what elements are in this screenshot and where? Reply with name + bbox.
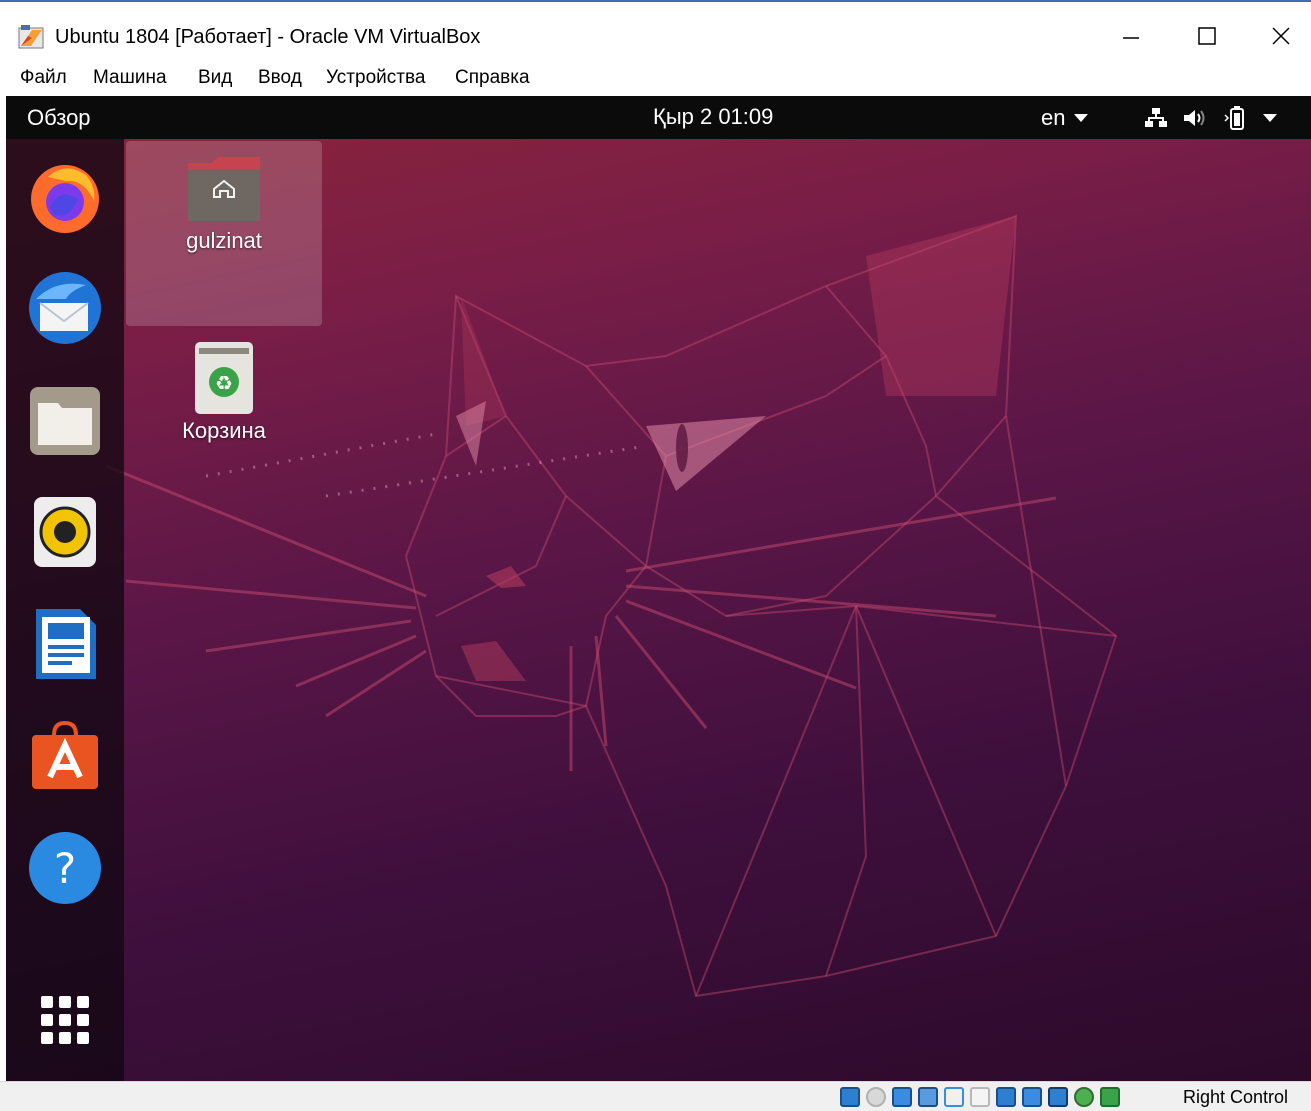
menu-machine[interactable]: Машина: [93, 66, 167, 90]
menu-file[interactable]: Файл: [20, 66, 67, 90]
trash-icon: ♻: [195, 342, 253, 414]
network-icon: [1145, 108, 1167, 127]
svg-text:?: ?: [54, 844, 76, 893]
window-titlebar[interactable]: Ubuntu 1804 [Работает] - Oracle VM Virtu…: [0, 0, 1311, 58]
minimize-button[interactable]: [1108, 16, 1154, 56]
files-icon: [30, 387, 100, 455]
close-button[interactable]: [1258, 16, 1304, 56]
volume-icon: [1184, 110, 1205, 126]
thunderbird-icon: [29, 272, 101, 344]
vbox-status-bar: Right Control: [0, 1081, 1311, 1111]
maximize-button[interactable]: [1184, 16, 1230, 56]
language-indicator[interactable]: en: [1041, 104, 1089, 132]
home-folder-icon: [188, 157, 260, 221]
help-icon: ?: [29, 832, 101, 904]
host-key-label: Right Control: [1183, 1087, 1289, 1107]
software-icon: [32, 720, 98, 789]
network-adapter-icon[interactable]: [918, 1087, 938, 1107]
hard-disk-icon[interactable]: [840, 1087, 860, 1107]
writer-icon: [36, 609, 96, 679]
system-menu-chevron-icon: [1263, 114, 1277, 122]
dock: ?: [6, 139, 124, 1081]
firefox-icon: [31, 165, 99, 233]
shared-folder-icon[interactable]: [970, 1087, 990, 1107]
dock-rhythmbox[interactable]: [26, 493, 104, 571]
menu-view[interactable]: Вид: [198, 66, 232, 90]
desktop-home-folder[interactable]: gulzinat: [126, 141, 322, 326]
gnome-top-bar: Обзор Қыр 2 01:09 en: [6, 96, 1311, 139]
cpu-icon[interactable]: [1048, 1087, 1068, 1107]
display-icon[interactable]: [996, 1087, 1016, 1107]
vm-screen[interactable]: Обзор Қыр 2 01:09 en ? gulzinat ♻ Корзин…: [6, 96, 1311, 1081]
menu-help[interactable]: Справка: [455, 66, 530, 90]
show-applications-button[interactable]: [26, 981, 104, 1059]
desktop-icon-label: Корзина: [182, 418, 266, 443]
menu-devices[interactable]: Устройства: [326, 66, 425, 90]
dock-files[interactable]: [26, 381, 104, 459]
menu-input[interactable]: Ввод: [258, 66, 302, 90]
clock[interactable]: Қыр 2 01:09: [653, 103, 773, 131]
audio-icon[interactable]: [892, 1087, 912, 1107]
rhythmbox-icon: [34, 497, 96, 567]
maximize-icon: [1198, 27, 1216, 45]
dock-ubuntu-software[interactable]: [26, 717, 104, 795]
host-key-icon[interactable]: [1100, 1087, 1120, 1107]
video-capture-icon[interactable]: [1022, 1087, 1042, 1107]
dock-thunderbird[interactable]: [26, 269, 104, 347]
mouse-integration-icon[interactable]: [1074, 1087, 1094, 1107]
minimize-icon: [1123, 37, 1139, 39]
desktop-trash[interactable]: ♻ Корзина: [126, 338, 322, 458]
status-icons: [840, 1085, 1120, 1109]
desktop-icon-label: gulzinat: [186, 228, 262, 253]
virtualbox-icon: [18, 25, 44, 49]
dock-firefox[interactable]: [26, 157, 104, 235]
window-title: Ubuntu 1804 [Работает] - Oracle VM Virtu…: [55, 26, 481, 48]
svg-text:♻: ♻: [215, 371, 233, 395]
dock-help[interactable]: ?: [26, 829, 104, 907]
activities-button[interactable]: Обзор: [27, 104, 91, 132]
menu-bar: Файл Машина Вид Ввод Устройства Справка: [0, 58, 1311, 96]
close-icon: [1272, 27, 1290, 45]
chevron-down-icon: [1074, 114, 1089, 122]
usb-icon[interactable]: [944, 1087, 964, 1107]
dock-libreoffice-writer[interactable]: [26, 605, 104, 683]
optical-drive-icon[interactable]: [866, 1087, 886, 1107]
battery-icon: [1224, 106, 1244, 130]
system-tray[interactable]: [1144, 103, 1278, 133]
language-label: en: [1041, 105, 1066, 130]
app-grid-icon: [41, 996, 89, 1044]
